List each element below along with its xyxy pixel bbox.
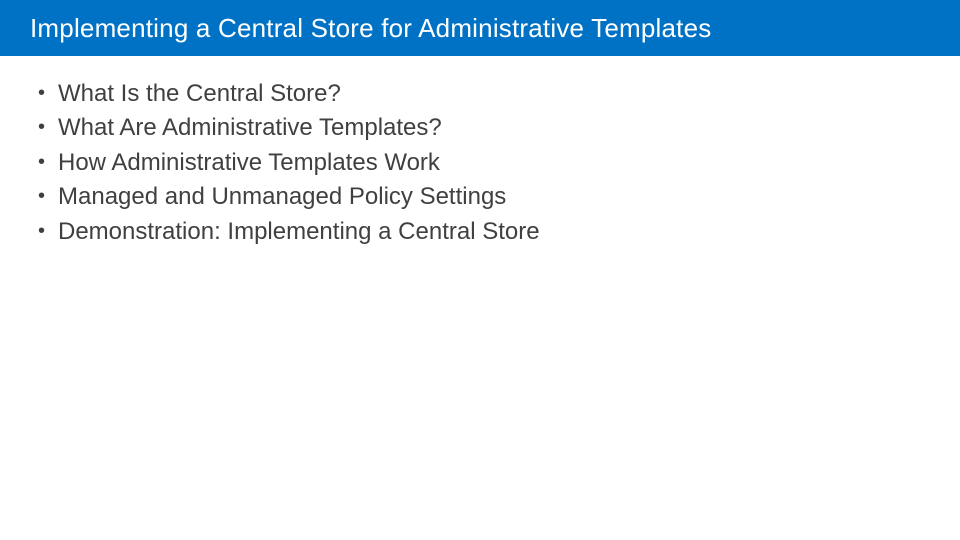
bullet-list: What Is the Central Store? What Are Admi… [38,78,930,248]
bullet-text: How Administrative Templates Work [58,149,440,176]
list-item: What Are Administrative Templates? [38,112,930,144]
list-item: Demonstration: Implementing a Central St… [38,216,930,248]
bullet-text: Demonstration: Implementing a Central St… [58,218,540,245]
slide-body: What Is the Central Store? What Are Admi… [0,56,960,248]
slide: Implementing a Central Store for Adminis… [0,0,960,540]
bullet-text: What Is the Central Store? [58,80,341,107]
bullet-text: What Are Administrative Templates? [58,114,442,141]
title-bar: Implementing a Central Store for Adminis… [0,0,960,56]
list-item: How Administrative Templates Work [38,147,930,179]
list-item: Managed and Unmanaged Policy Settings [38,181,930,213]
slide-title: Implementing a Central Store for Adminis… [30,13,711,44]
list-item: What Is the Central Store? [38,78,930,110]
bullet-text: Managed and Unmanaged Policy Settings [58,183,506,210]
